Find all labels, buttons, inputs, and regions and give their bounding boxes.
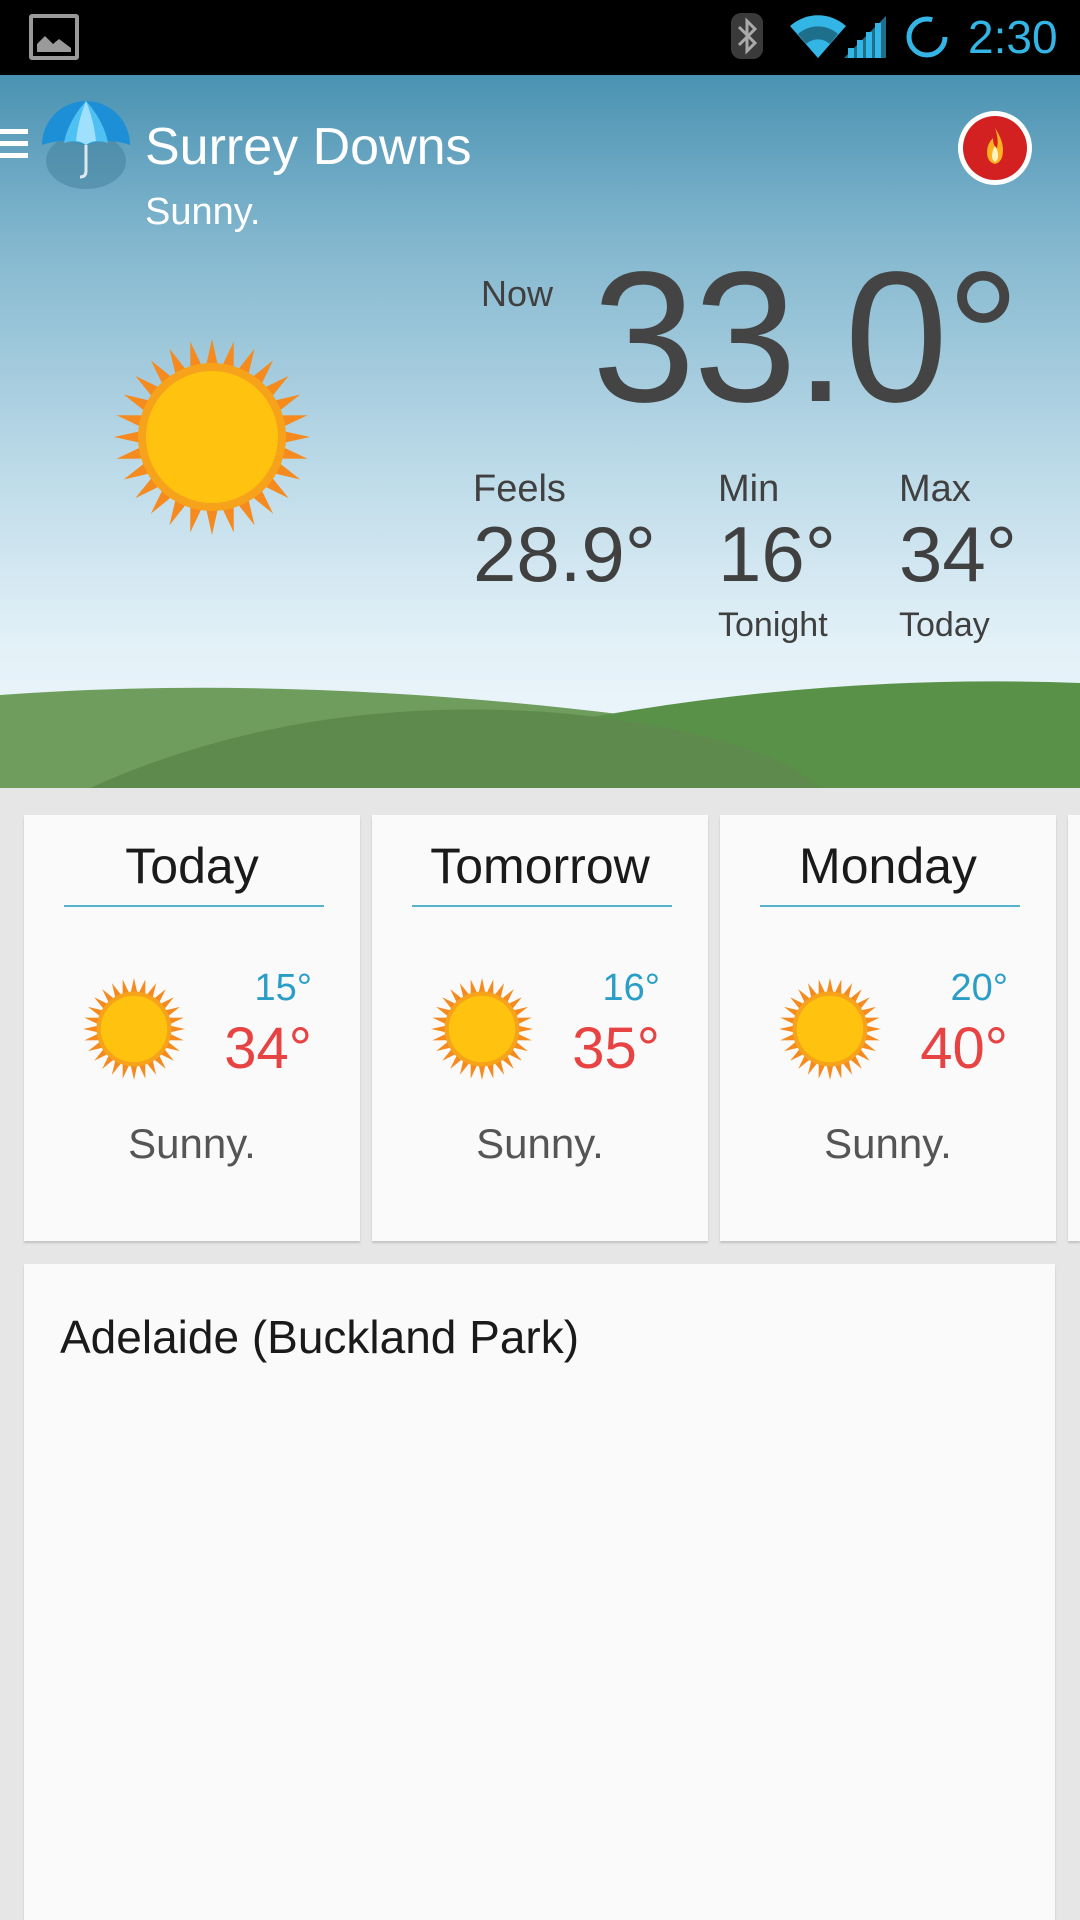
feels-label: Feels	[473, 468, 566, 510]
forecast-min: 15°	[254, 967, 312, 1009]
now-label: Now	[481, 273, 554, 314]
umbrella-logo-icon[interactable]	[38, 97, 134, 193]
flame-icon	[987, 128, 1003, 164]
forecast-row: Today 15° 34° Sunny. Tomorrow 16° 35° Su…	[0, 815, 1080, 1243]
fire-danger-button[interactable]	[958, 111, 1032, 185]
status-bar: 2:30	[0, 0, 1080, 75]
forecast-max: 34°	[224, 1016, 312, 1081]
sun-icon	[779, 978, 881, 1080]
forecast-day: Today	[125, 838, 259, 894]
sun-icon	[83, 978, 185, 1080]
sync-icon	[906, 16, 948, 58]
menu-icon[interactable]	[0, 125, 30, 161]
wifi-icon	[790, 15, 846, 58]
forecast-card-next-peek[interactable]	[1068, 815, 1080, 1241]
image-icon	[29, 14, 79, 60]
location-title[interactable]: Surrey Downs	[145, 117, 472, 177]
forecast-max: 40°	[920, 1016, 1008, 1081]
min-label: Min	[718, 468, 780, 510]
min-value: 16°	[718, 510, 836, 598]
forecast-card-tomorrow[interactable]: Tomorrow 16° 35° Sunny.	[372, 815, 708, 1241]
forecast-description: Sunny.	[824, 1120, 952, 1167]
station-name[interactable]: Adelaide (Buckland Park)	[60, 1310, 579, 1364]
forecast-day: Tomorrow	[430, 838, 650, 894]
min-sub: Tonight	[718, 606, 828, 644]
forecast-description: Sunny.	[128, 1120, 256, 1167]
forecast-min: 16°	[602, 967, 660, 1009]
max-value: 34°	[899, 510, 1017, 598]
forecast-day: Monday	[799, 838, 977, 894]
forecast-card-today[interactable]: Today 15° 34° Sunny.	[24, 815, 360, 1241]
forecast-description: Sunny.	[476, 1120, 604, 1167]
max-label: Max	[899, 468, 971, 510]
status-time: 2:30	[968, 11, 1058, 63]
station-card: Adelaide (Buckland Park)	[24, 1264, 1055, 1920]
signal-icon	[844, 16, 886, 58]
sunny-weather-icon	[114, 339, 310, 535]
card-divider	[412, 905, 672, 907]
hills-background	[0, 681, 1080, 788]
feels-value: 28.9°	[473, 510, 657, 598]
forecast-max: 35°	[572, 1016, 660, 1081]
card-divider	[760, 905, 1020, 907]
sun-icon	[431, 978, 533, 1080]
forecast-card-monday[interactable]: Monday 20° 40° Sunny.	[720, 815, 1056, 1241]
bluetooth-icon	[731, 13, 763, 59]
max-sub: Today	[899, 606, 990, 644]
current-weather-panel: Surrey Downs Sunny. Now 33.0° Feels 28.9…	[0, 75, 1080, 788]
card-divider	[64, 905, 324, 907]
current-condition: Sunny.	[145, 191, 261, 233]
current-temperature: 33.0°	[592, 234, 1020, 441]
forecast-min: 20°	[950, 967, 1008, 1009]
